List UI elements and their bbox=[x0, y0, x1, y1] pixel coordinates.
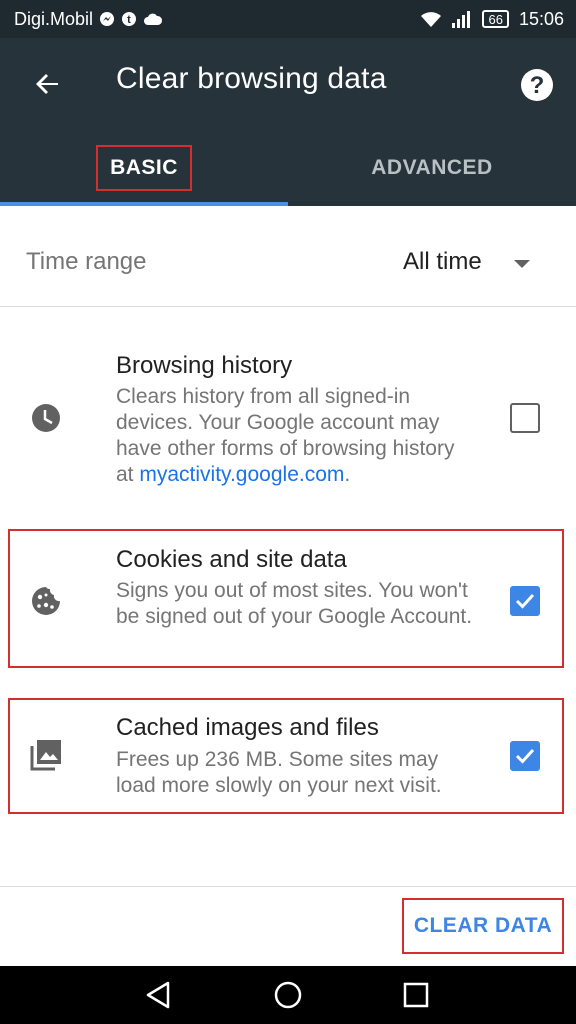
messenger-icon bbox=[99, 11, 115, 27]
clear-data-button[interactable]: CLEAR DATA bbox=[402, 898, 564, 954]
browsing-history-desc: Clears history from all signed-in device… bbox=[116, 384, 476, 488]
svg-text:?: ? bbox=[530, 72, 545, 99]
page-title: Clear browsing data bbox=[116, 62, 387, 95]
myactivity-link[interactable]: myactivity.google.com bbox=[139, 463, 344, 486]
nav-back-icon[interactable] bbox=[140, 977, 176, 1013]
svg-text:t: t bbox=[127, 14, 131, 26]
browsing-history-checkbox[interactable] bbox=[510, 403, 540, 433]
tab-basic[interactable]: BASIC bbox=[0, 130, 288, 206]
tab-bar: BASIC ADVANCED bbox=[0, 130, 576, 206]
checkmark-icon bbox=[515, 748, 535, 764]
dropdown-arrow-icon bbox=[514, 260, 530, 268]
help-icon: ? bbox=[521, 69, 553, 101]
tab-advanced-label: ADVANCED bbox=[371, 156, 493, 179]
cookies-desc: Signs you out of most sites. You won't b… bbox=[116, 579, 473, 628]
time-range-row: Time range All time bbox=[0, 206, 576, 307]
app-bar: Clear browsing data ? bbox=[0, 38, 576, 130]
browsing-history-desc-suffix: . bbox=[344, 463, 351, 486]
cloud-icon bbox=[143, 12, 163, 26]
checkmark-icon bbox=[515, 593, 535, 609]
images-icon bbox=[30, 740, 61, 771]
cached-images-desc: Frees up 236 MB. Some sites may load mor… bbox=[116, 748, 442, 797]
tab-advanced[interactable]: ADVANCED bbox=[288, 130, 576, 206]
status-time: 15:06 bbox=[518, 8, 564, 29]
cached-images-checkbox[interactable] bbox=[510, 741, 540, 771]
cookies-title: Cookies and site data bbox=[116, 546, 347, 573]
navigation-bar bbox=[0, 966, 576, 1024]
nav-recents-icon[interactable] bbox=[398, 977, 434, 1013]
back-button[interactable] bbox=[28, 64, 68, 104]
browsing-history-title: Browsing history bbox=[116, 352, 293, 379]
tab-basic-label: BASIC bbox=[96, 145, 192, 191]
cookies-item[interactable]: Cookies and site data Signs you out of m… bbox=[0, 530, 576, 666]
arrow-back-icon bbox=[36, 74, 58, 94]
cached-images-title: Cached images and files bbox=[116, 714, 379, 741]
clock-icon bbox=[32, 404, 60, 432]
carrier-name: Digi.Mobil bbox=[14, 8, 94, 29]
cookie-icon bbox=[32, 587, 60, 615]
wifi-icon bbox=[420, 10, 442, 28]
nav-home-icon[interactable] bbox=[270, 977, 306, 1013]
status-bar-right: 66 15:06 bbox=[420, 0, 564, 38]
help-button[interactable]: ? bbox=[520, 68, 554, 102]
battery-indicator: 66 bbox=[482, 10, 509, 28]
time-range-label: Time range bbox=[26, 248, 147, 275]
time-range-value: All time bbox=[403, 248, 482, 275]
footer-divider bbox=[0, 886, 576, 887]
signal-icon bbox=[452, 10, 472, 28]
browsing-history-item[interactable]: Browsing history Clears history from all… bbox=[0, 340, 576, 500]
cookies-checkbox[interactable] bbox=[510, 586, 540, 616]
tumblr-icon: t bbox=[121, 11, 137, 27]
status-bar: Digi.Mobil t 66 15:06 bbox=[0, 0, 576, 38]
cached-images-item[interactable]: Cached images and files Frees up 236 MB.… bbox=[0, 699, 576, 813]
status-bar-left: Digi.Mobil t bbox=[14, 0, 163, 38]
